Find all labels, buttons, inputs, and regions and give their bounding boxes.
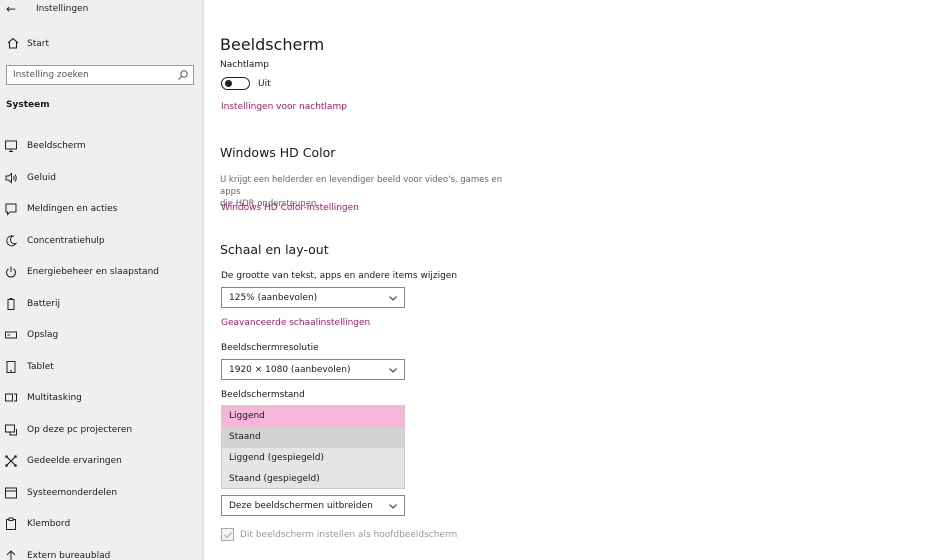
tablet-icon [6, 360, 16, 373]
sidebar-item-label: Klembord [27, 519, 71, 529]
text-size-label: De grootte van tekst, apps en andere ite… [221, 271, 458, 281]
sidebar-item-label: Concentratiehulp [27, 235, 105, 246]
sidebar-item-label: Energiebeheer en slaapstand [27, 267, 159, 277]
orientation-label: Beeldschermstand [221, 390, 305, 400]
battery-icon [7, 297, 15, 310]
chevron-down-icon [389, 296, 397, 301]
orientation-dropdown: Liggend Staand Liggend (gespiegeld) Staa… [221, 405, 405, 489]
sidebar-item-opslag[interactable]: Opslag [0, 324, 205, 356]
sidebar-item-systeemonderdelen[interactable]: Systeemonderdelen [0, 482, 205, 514]
page-title: Beeldscherm [220, 35, 325, 54]
remote-desktop-icon [6, 549, 16, 560]
search-icon [178, 70, 188, 80]
scale-select[interactable]: 125% (aanbevolen) [221, 287, 405, 308]
shared-icon [5, 455, 17, 467]
sidebar-item-label: Multitasking [27, 393, 82, 403]
main-content: Beeldscherm Nachtlamp Uit Instellingen v… [205, 0, 943, 560]
sidebar-item-label: Systeemonderdelen [27, 487, 118, 498]
sidebar-item-extern-bureaublad[interactable]: Extern bureaublad [0, 545, 205, 560]
nightlight-settings-link[interactable]: Instellingen voor nachtlamp [221, 102, 347, 112]
sidebar-divider [202, 0, 203, 560]
option-label: Liggend [229, 411, 265, 421]
orientation-option[interactable]: Staand (gespiegeld) [222, 469, 404, 490]
multitasking-icon [5, 393, 17, 402]
chevron-down-icon [389, 504, 397, 509]
clipboard-icon [6, 517, 16, 530]
resolution-select[interactable]: 1920 × 1080 (aanbevolen) [221, 359, 405, 380]
scale-heading: Schaal en lay-out [220, 242, 329, 257]
sidebar-item-label: Extern bureaublad [27, 550, 111, 560]
window-title: Instellingen [36, 4, 89, 14]
multiple-displays-select[interactable]: Deze beeldschermen uitbreiden [221, 495, 405, 516]
advanced-scaling-link[interactable]: Geavanceerde schaalinstellingen [221, 318, 370, 328]
sidebar-item-projecteren[interactable]: Op deze pc projecteren [0, 419, 205, 451]
project-icon [5, 424, 17, 435]
storage-icon [5, 331, 17, 339]
home-icon [7, 37, 19, 49]
checkmark-icon [224, 532, 232, 539]
sidebar-item-meldingen[interactable]: Meldingen en acties [0, 198, 205, 230]
sidebar-item-label: Start [27, 39, 49, 49]
orientation-option[interactable]: Liggend [222, 406, 404, 427]
option-label: Staand (gespiegeld) [229, 474, 320, 484]
hdr-heading: Windows HD Color [220, 145, 336, 160]
sidebar-item-klembord[interactable]: Klembord [0, 513, 205, 545]
sidebar-item-label: Batterij [27, 298, 60, 309]
sidebar-item-energiebeheer[interactable]: Energiebeheer en slaapstand [0, 261, 205, 293]
sidebar-item-concentratiehulp[interactable]: Concentratiehulp [0, 230, 205, 262]
main-display-checkbox[interactable] [221, 528, 234, 541]
sidebar-item-label: Geluid [27, 172, 56, 183]
multiple-displays-value: Deze beeldschermen uitbreiden [229, 501, 373, 511]
nightlight-state: Uit [258, 79, 271, 89]
resolution-label: Beeldschermresolutie [221, 343, 319, 353]
sidebar-item-label: Gedeelde ervaringen [27, 456, 122, 466]
sidebar-item-label: Tablet [27, 361, 54, 372]
sidebar: ← Instellingen Start Instelling zoeken S… [0, 0, 205, 560]
title-bar: ← Instellingen [0, 0, 205, 20]
sidebar-item-tablet[interactable]: Tablet [0, 356, 205, 388]
components-icon [5, 487, 17, 498]
sidebar-item-home[interactable]: Start [0, 36, 205, 54]
scale-value: 125% (aanbevolen) [229, 293, 318, 303]
sidebar-item-label: Op deze pc projecteren [27, 424, 133, 435]
speaker-icon [5, 171, 17, 184]
toggle-knob [225, 80, 232, 87]
moon-icon [6, 234, 18, 246]
sidebar-item-label: Opslag [27, 330, 59, 340]
chevron-down-icon [389, 368, 397, 373]
orientation-option[interactable]: Staand [222, 427, 404, 448]
search-placeholder: Instelling zoeken [13, 70, 89, 80]
nightlight-label: Nachtlamp [220, 60, 269, 70]
hdr-settings-link[interactable]: Windows HD Color-instellingen [221, 203, 359, 213]
sidebar-item-label: Beeldscherm [27, 141, 86, 151]
sidebar-nav: Beeldscherm Geluid Meldingen en acties C… [0, 135, 205, 560]
option-label: Liggend (gespiegeld) [229, 453, 324, 463]
nightlight-toggle[interactable] [221, 77, 250, 90]
resolution-value: 1920 × 1080 (aanbevolen) [229, 365, 351, 375]
sidebar-item-geluid[interactable]: Geluid [0, 167, 205, 199]
search-input[interactable]: Instelling zoeken [6, 65, 194, 85]
sidebar-section-title: Systeem [6, 100, 50, 110]
monitor-icon [5, 140, 17, 152]
main-display-label: Dit beeldscherm instellen als hoofdbeeld… [240, 530, 458, 540]
sidebar-item-gedeelde-ervaringen[interactable]: Gedeelde ervaringen [0, 450, 205, 482]
option-label: Staand [229, 432, 261, 442]
sidebar-item-beeldscherm[interactable]: Beeldscherm [0, 135, 205, 167]
notification-icon [5, 203, 17, 216]
hdr-desc-line: U krijgt een helderder en levendiger bee… [220, 175, 503, 197]
power-icon [6, 266, 16, 278]
sidebar-item-batterij[interactable]: Batterij [0, 293, 205, 325]
back-arrow-icon[interactable]: ← [6, 2, 16, 16]
orientation-option[interactable]: Liggend (gespiegeld) [222, 448, 404, 469]
sidebar-item-multitasking[interactable]: Multitasking [0, 387, 205, 419]
sidebar-item-label: Meldingen en acties [27, 204, 118, 214]
